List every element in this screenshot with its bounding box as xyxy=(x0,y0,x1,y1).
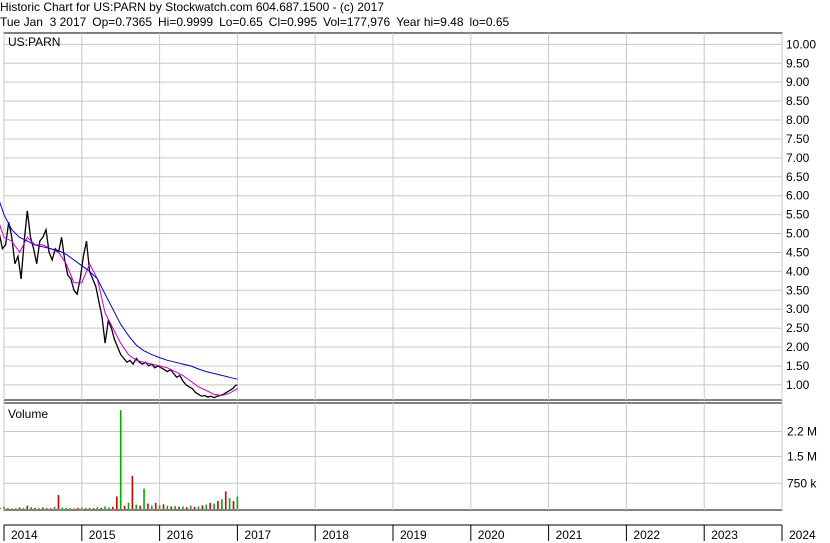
year-tick-label: 2019 xyxy=(400,528,427,542)
price-y-axis: 10.00 9.50 9.00 8.50 8.00 7.50 7.00 6.50 6.00 5.5… xyxy=(786,37,816,392)
price-tick-label: 8.50 xyxy=(786,94,810,108)
price-tick-label: 1.50 xyxy=(786,359,810,373)
year-tick-label: 2022 xyxy=(633,528,660,542)
volume-chart-title: Volume xyxy=(8,407,48,421)
year-tick-label: 2023 xyxy=(711,528,738,542)
price-tick-label: 4.00 xyxy=(786,264,810,278)
price-tick-label: 5.50 xyxy=(786,208,810,222)
volume-tick-label: 2.2 M xyxy=(787,425,817,439)
year-tick-label: 2017 xyxy=(244,528,271,542)
volume-panel: 2.2 M 1.5 M 750 k Volume xyxy=(0,402,817,511)
price-panel: 10.00 9.50 9.00 8.50 8.00 7.50 7.00 6.50 6.00 5.5… xyxy=(0,32,816,401)
price-tick-label: 3.00 xyxy=(786,302,810,316)
price-tick-label: 6.50 xyxy=(786,170,810,184)
price-tick-label: 7.00 xyxy=(786,151,810,165)
chart-page: Historic Chart for US:PARN by Stockwatch… xyxy=(0,0,830,543)
year-tick-label: 2021 xyxy=(556,528,583,542)
price-tick-label: 7.50 xyxy=(786,132,810,146)
price-tick-label: 4.50 xyxy=(786,245,810,259)
price-tick-label: 9.00 xyxy=(786,75,810,89)
price-tick-label: 9.50 xyxy=(786,56,810,70)
volume-y-axis: 2.2 M 1.5 M 750 k xyxy=(787,425,817,491)
price-tick-label: 8.00 xyxy=(786,113,810,127)
year-tick-label: 2024 xyxy=(789,528,816,542)
volume-tick-label: 1.5 M xyxy=(787,450,817,464)
year-tick-label: 2014 xyxy=(11,528,38,542)
price-tick-label: 6.00 xyxy=(786,189,810,203)
volume-tick-label: 750 k xyxy=(787,476,817,490)
price-tick-label: 2.00 xyxy=(786,340,810,354)
price-tick-label: 10.00 xyxy=(786,37,816,51)
price-tick-label: 2.50 xyxy=(786,321,810,335)
price-chart-title: US:PARN xyxy=(8,35,60,49)
price-tick-label: 1.00 xyxy=(786,378,810,392)
stock-chart: 10.00 9.50 9.00 8.50 8.00 7.50 7.00 6.50 6.00 5.5… xyxy=(0,32,830,542)
year-tick-label: 2015 xyxy=(89,528,116,542)
price-tick-label: 5.00 xyxy=(786,227,810,241)
price-tick-label: 3.50 xyxy=(786,283,810,297)
year-tick-label: 2016 xyxy=(167,528,194,542)
year-tick-label: 2018 xyxy=(322,528,349,542)
year-axis: 2014 2015 2016 2017 2018 2019 2020 2021 2022 2023… xyxy=(0,511,830,542)
year-tick-label: 2020 xyxy=(478,528,505,542)
